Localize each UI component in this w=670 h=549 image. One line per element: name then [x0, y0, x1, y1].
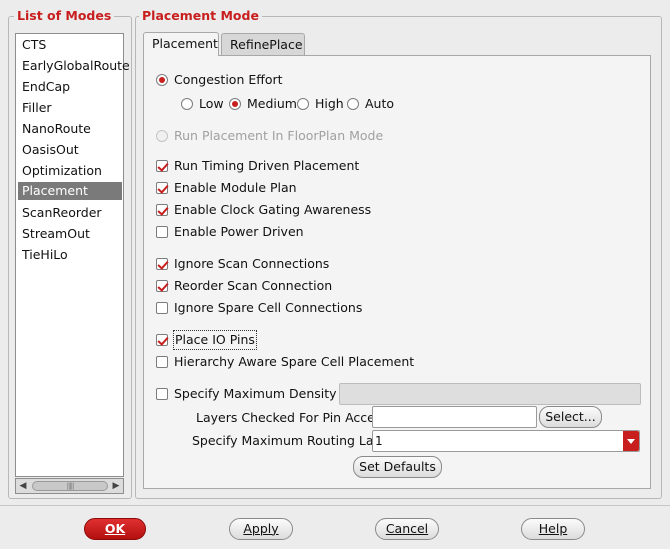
max-density-checkbox[interactable] [156, 388, 168, 400]
modes-list-hscrollbar[interactable]: ◀ ||||| ▶ [15, 478, 124, 494]
reorder-scan-label: Reorder Scan Connection [174, 278, 333, 293]
placement-group-title: Placement Mode [139, 9, 262, 23]
scroll-thumb[interactable]: ||||| [32, 481, 108, 491]
low-label: Low [199, 96, 224, 111]
high-label: High [315, 96, 344, 111]
list-item-oasisout[interactable]: OasisOut [18, 141, 122, 159]
max-density-label: Specify Maximum Density [174, 386, 337, 401]
modes-list[interactable]: CTS EarlyGlobalRoute EndCap Filler NanoR… [15, 33, 130, 477]
footer-separator [0, 505, 670, 506]
medium-radio[interactable] [229, 98, 241, 110]
list-item-filler[interactable]: Filler [18, 99, 122, 117]
ok-label: OK [104, 521, 126, 536]
high-radio[interactable] [297, 98, 309, 110]
pin-access-input[interactable] [372, 406, 537, 428]
auto-radio[interactable] [347, 98, 359, 110]
select-layers-button[interactable]: Select... [539, 406, 602, 428]
ignore-scan-checkbox[interactable] [156, 258, 168, 270]
placement-tab-panel: Congestion Effort Low Medium High Auto R… [143, 55, 651, 489]
routing-layer-combo[interactable]: 1 [372, 430, 640, 452]
list-item-scanreorder[interactable]: ScanReorder [18, 204, 122, 222]
module-plan-label: Enable Module Plan [174, 180, 297, 195]
low-radio[interactable] [181, 98, 193, 110]
floorplan-mode-label: Run Placement In FloorPlan Mode [174, 128, 384, 143]
list-item-placement[interactable]: Placement [18, 182, 122, 200]
hierarchy-spare-label: Hierarchy Aware Spare Cell Placement [174, 354, 415, 369]
list-item-earlyglobalroute[interactable]: EarlyGlobalRoute [18, 57, 130, 75]
modes-group-title: List of Modes [14, 9, 115, 23]
congestion-effort-radio[interactable] [156, 74, 168, 86]
pin-access-label: Layers Checked For Pin Access [196, 410, 388, 425]
routing-layer-label: Specify Maximum Routing Layer [192, 433, 394, 448]
list-item-optimization[interactable]: Optimization [18, 162, 122, 180]
power-driven-label: Enable Power Driven [174, 224, 304, 239]
hierarchy-spare-checkbox[interactable] [156, 356, 168, 368]
ignore-spare-label: Ignore Spare Cell Connections [174, 300, 363, 315]
set-defaults-button[interactable]: Set Defaults [353, 456, 442, 478]
list-item-nanoroute[interactable]: NanoRoute [18, 120, 122, 138]
apply-button[interactable]: Apply [229, 518, 293, 540]
clock-gating-label: Enable Clock Gating Awareness [174, 202, 372, 217]
cancel-button[interactable]: Cancel [375, 518, 439, 540]
congestion-effort-label: Congestion Effort [174, 72, 283, 87]
cancel-label: Cancel [385, 521, 429, 536]
scroll-left-icon[interactable]: ◀ [16, 479, 30, 493]
list-item-endcap[interactable]: EndCap [18, 78, 122, 96]
reorder-scan-checkbox[interactable] [156, 280, 168, 292]
power-driven-checkbox[interactable] [156, 226, 168, 238]
timing-driven-checkbox[interactable] [156, 160, 168, 172]
clock-gating-checkbox[interactable] [156, 204, 168, 216]
ignore-spare-checkbox[interactable] [156, 302, 168, 314]
list-item-tiehilo[interactable]: TieHiLo [18, 246, 122, 264]
list-item-streamout[interactable]: StreamOut [18, 225, 122, 243]
place-io-label: Place IO Pins [173, 330, 257, 350]
medium-label: Medium [247, 96, 297, 111]
floorplan-mode-radio [156, 130, 168, 142]
timing-driven-label: Run Timing Driven Placement [174, 158, 360, 173]
place-io-checkbox[interactable] [156, 334, 168, 346]
help-button[interactable]: Help [521, 518, 585, 540]
scroll-right-icon[interactable]: ▶ [109, 479, 123, 493]
auto-label: Auto [365, 96, 395, 111]
ok-button[interactable]: OK [84, 518, 146, 540]
max-density-input [339, 383, 641, 405]
module-plan-checkbox[interactable] [156, 182, 168, 194]
list-item-cts[interactable]: CTS [18, 36, 122, 54]
help-label: Help [538, 521, 568, 536]
routing-layer-value: 1 [375, 434, 383, 448]
apply-label: Apply [243, 521, 279, 536]
ignore-scan-label: Ignore Scan Connections [174, 256, 330, 271]
tab-placement[interactable]: Placement [143, 32, 219, 56]
tab-refineplace[interactable]: RefinePlace [221, 33, 305, 56]
chevron-down-icon[interactable] [623, 431, 639, 451]
